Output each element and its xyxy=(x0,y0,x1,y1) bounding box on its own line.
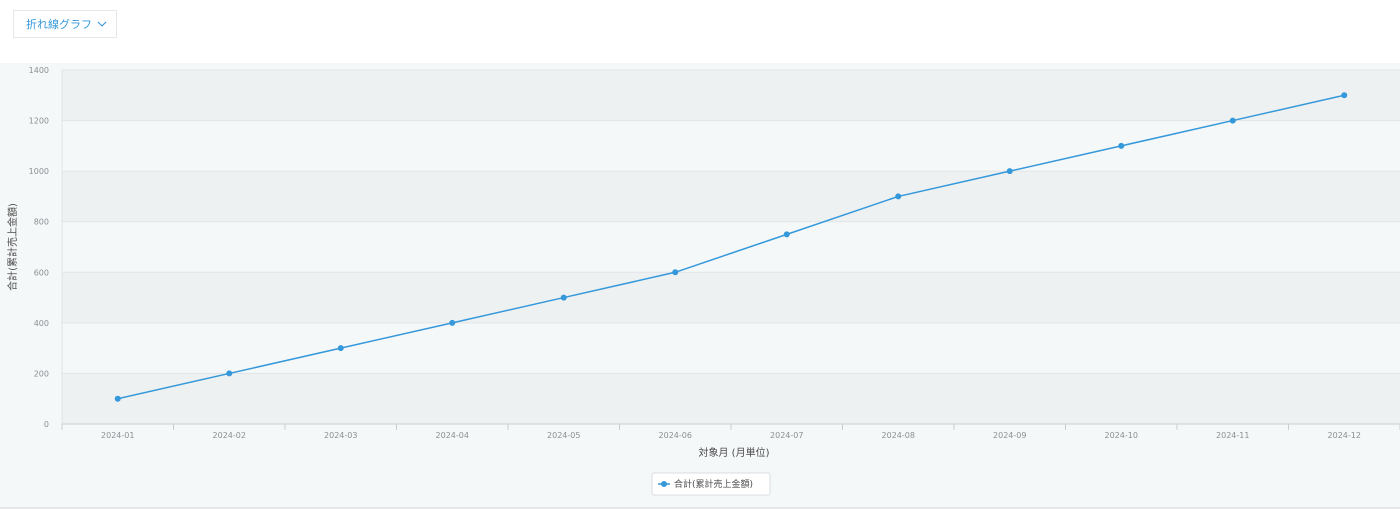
y-tick-label: 600 xyxy=(34,268,49,277)
x-tick-label: 2024-04 xyxy=(436,431,469,440)
x-axis-title: 対象月 (月単位) xyxy=(699,446,770,459)
x-axis-ticks: 2024-01 2024-02 2024-03 2024-04 2024-05 2024-… xyxy=(101,431,1361,440)
line-chart: 0 200 400 600 800 1000 1200 1400 2024-01 2024-02… xyxy=(6,66,1400,496)
y-tick-label: 1200 xyxy=(29,117,49,126)
data-point xyxy=(1006,168,1013,175)
y-tick-label: 1000 xyxy=(29,167,49,176)
chart-type-dropdown[interactable]: 折れ線グラフ xyxy=(13,10,117,38)
data-point xyxy=(114,395,121,402)
x-tick-label: 2024-05 xyxy=(547,431,580,440)
legend-marker-icon xyxy=(661,481,667,487)
chart-panel: 0 200 400 600 800 1000 1200 1400 2024-01 2024-02… xyxy=(0,63,1400,507)
legend[interactable]: 合計(累計売上金額) xyxy=(651,472,771,496)
chart-type-label: 折れ線グラフ xyxy=(26,18,92,31)
data-point xyxy=(1118,142,1125,149)
x-tick-label: 2024-08 xyxy=(882,431,915,440)
data-point xyxy=(1229,117,1236,124)
x-tick-label: 2024-02 xyxy=(213,431,246,440)
y-tick-label: 1400 xyxy=(29,66,49,75)
x-tick-label: 2024-07 xyxy=(770,431,803,440)
data-point xyxy=(672,269,679,276)
x-tick-label: 2024-10 xyxy=(1105,431,1138,440)
y-tick-label: 800 xyxy=(34,218,49,227)
data-point xyxy=(895,193,902,200)
x-tick-label: 2024-06 xyxy=(659,431,692,440)
y-tick-label: 0 xyxy=(44,420,49,429)
plot-bands xyxy=(62,70,1400,424)
y-tick-label: 200 xyxy=(34,369,49,378)
plot-band xyxy=(62,171,1400,222)
plot-band xyxy=(62,221,1400,273)
data-point xyxy=(337,345,344,352)
data-point xyxy=(783,231,790,238)
data-point xyxy=(1341,92,1348,99)
x-tick-label: 2024-03 xyxy=(324,431,357,440)
y-tick-label: 400 xyxy=(34,319,49,328)
x-tick-label: 2024-01 xyxy=(101,431,134,440)
x-tick-label: 2024-12 xyxy=(1328,431,1361,440)
plot-band xyxy=(62,272,1400,323)
plot-band xyxy=(62,70,1400,121)
y-axis-ticks: 0 200 400 600 800 1000 1200 1400 xyxy=(29,66,49,429)
plot-band xyxy=(62,373,1400,424)
data-point xyxy=(226,370,233,377)
legend-label: 合計(累計売上金額) xyxy=(674,478,753,490)
chevron-down-icon xyxy=(97,21,107,27)
x-tick-label: 2024-11 xyxy=(1216,431,1249,440)
data-point xyxy=(560,294,567,301)
y-axis-title: 合計(累計売上金額) xyxy=(6,203,19,291)
data-point xyxy=(449,319,456,326)
x-tick-label: 2024-09 xyxy=(993,431,1026,440)
